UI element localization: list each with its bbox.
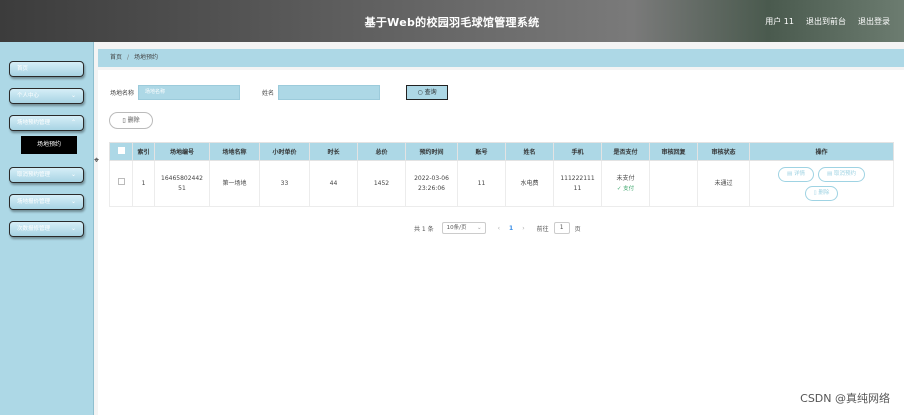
page-size-select[interactable]: 10条/页 ⌄	[441, 222, 486, 234]
col-reply: 审核回复	[649, 142, 698, 161]
chevron-down-icon: ⌄	[70, 92, 76, 99]
header-actions: 用户 11 退出到前台 退出登录	[765, 16, 890, 27]
name-input[interactable]	[278, 84, 381, 100]
breadcrumb-separator: /	[127, 54, 130, 61]
chevron-down-icon: ⌄	[70, 198, 76, 205]
col-duration: 时长	[309, 142, 358, 161]
detail-button-label: 详情	[793, 170, 805, 177]
booking-table: 索引 场地编号 场地名称 小时单价 时长 总价 预约时间 账号 姓名 手机 是否…	[109, 142, 894, 207]
venue-name-label: 场地名称	[110, 89, 135, 97]
document-icon: ▤	[827, 170, 833, 177]
search-button-label: 查询	[424, 88, 437, 96]
cell-reply	[649, 160, 698, 207]
paid-status: 未支付	[616, 174, 635, 182]
name-label: 姓名	[262, 89, 275, 97]
mouse-cursor-icon: ⌖	[94, 156, 100, 166]
sidebar-item-label: 取消预约管理	[17, 172, 51, 178]
breadcrumb-current: 场地预约	[134, 54, 159, 61]
trash-icon: ▯	[813, 189, 817, 196]
sidebar-item-label: 首页	[17, 66, 29, 72]
venue-name-input[interactable]: 场地名称	[138, 84, 241, 100]
sidebar-item-cancel-management[interactable]: 取消预约管理 ⌄	[9, 167, 84, 183]
page-suffix: 页	[574, 225, 581, 233]
cell-hourly-price: 33	[259, 160, 310, 207]
sidebar-item-quote-management[interactable]: 场地报价管理 ⌄	[9, 194, 84, 210]
pay-link[interactable]: ✓ 支付	[602, 184, 649, 194]
col-venue-name: 场地名称	[209, 142, 260, 161]
back-to-frontend-link[interactable]: 退出到前台	[806, 16, 846, 27]
cell-phone: 11122211111	[553, 160, 602, 207]
goto-page-input[interactable]: 1	[553, 222, 570, 234]
col-status: 审核状态	[697, 142, 750, 161]
col-booking-time: 预约时间	[405, 142, 458, 161]
goto-label: 前往	[536, 225, 549, 233]
breadcrumb-home[interactable]: 首页	[110, 54, 122, 61]
sidebar: 首页 个人中心 ⌄ 场地预约管理 ⌃ 场地预约 取消预约管理 ⌄ 场地报价管理 …	[0, 42, 94, 415]
cell-account: 11	[457, 160, 506, 207]
row-checkbox[interactable]	[109, 160, 133, 207]
page-size-value: 10条/页	[446, 225, 467, 231]
sidebar-item-booking-management[interactable]: 场地预约管理 ⌃	[9, 115, 84, 131]
cell-booking-time: 2022-03-06 23:26:06	[405, 160, 458, 207]
cell-venue-code: 1646580244251	[154, 160, 210, 207]
sidebar-item-label: 场地预约管理	[17, 120, 51, 126]
cell-username: 水电费	[505, 160, 554, 207]
pay-link-label: 支付	[623, 185, 635, 192]
sidebar-item-label: 次数报修管理	[17, 226, 51, 232]
cell-actions: ▤ 详情 ▤ 取消预约 ▯ 删除	[749, 160, 894, 207]
cancel-booking-button-label: 取消预约	[833, 170, 856, 177]
chevron-down-icon: ⌄	[70, 225, 76, 232]
cell-paid: 未支付 ✓ 支付	[601, 160, 650, 207]
document-icon: ▤	[787, 170, 793, 177]
col-account: 账号	[457, 142, 506, 161]
delete-button-label: 删除	[127, 117, 140, 124]
table-header-row: 索引 场地编号 场地名称 小时单价 时长 总价 预约时间 账号 姓名 手机 是否…	[109, 142, 894, 161]
cell-status: 未通过	[697, 160, 750, 207]
col-index: 索引	[132, 142, 155, 161]
cell-duration: 44	[309, 160, 358, 207]
chevron-down-icon: ⌄	[477, 225, 482, 231]
sidebar-item-repair-management[interactable]: 次数报修管理 ⌄	[9, 221, 84, 237]
detail-button[interactable]: ▤ 详情	[778, 166, 814, 182]
col-username: 姓名	[505, 142, 554, 161]
search-icon: ○	[417, 88, 423, 96]
pagination: 共 1 条 10条/页 ⌄ ‹ 1 › 前往 1 页	[414, 222, 581, 234]
col-hourly-price: 小时单价	[259, 142, 310, 161]
sidebar-item-personal-center[interactable]: 个人中心 ⌄	[9, 88, 84, 104]
row-delete-button[interactable]: ▯ 删除	[804, 185, 839, 201]
trash-icon: ▯	[122, 117, 126, 124]
sidebar-item-home[interactable]: 首页	[9, 61, 84, 77]
next-page-button[interactable]: ›	[522, 225, 524, 232]
col-total: 总价	[357, 142, 406, 161]
col-paid: 是否支付	[601, 142, 650, 161]
select-all-checkbox[interactable]	[109, 142, 133, 161]
table-row: 1 1646580244251 第一场地 33 44 1452 2022-03-…	[109, 160, 894, 207]
chevron-up-icon: ⌃	[70, 119, 76, 126]
check-icon: ✓	[616, 185, 622, 192]
cell-total: 1452	[357, 160, 406, 207]
user-label: 用户 11	[765, 17, 794, 26]
search-button[interactable]: ○ 查询	[406, 84, 449, 100]
delete-button[interactable]: ▯ 删除	[109, 112, 153, 129]
page-number-1[interactable]: 1	[509, 225, 513, 232]
cell-index: 1	[132, 160, 155, 207]
sidebar-subitem-booking[interactable]: 场地预约	[21, 136, 77, 154]
watermark: CSDN @真纯网络	[800, 392, 890, 405]
breadcrumb: 首页 / 场地预约	[98, 49, 904, 67]
sidebar-item-label: 个人中心	[17, 93, 40, 99]
col-actions: 操作	[749, 142, 894, 161]
chevron-down-icon: ⌄	[70, 171, 76, 178]
search-bar: 场地名称 场地名称 姓名 ○ 查询	[110, 84, 449, 100]
cancel-booking-button[interactable]: ▤ 取消预约	[818, 166, 865, 182]
header-bar: 基于Web的校园羽毛球馆管理系统 用户 11 退出到前台 退出登录	[0, 0, 904, 42]
col-venue-code: 场地编号	[154, 142, 210, 161]
pager-total: 共 1 条	[414, 225, 434, 233]
cell-venue-name: 第一场地	[209, 160, 260, 207]
col-phone: 手机	[553, 142, 602, 161]
sidebar-item-label: 场地报价管理	[17, 199, 51, 205]
prev-page-button[interactable]: ‹	[498, 225, 500, 232]
row-delete-button-label: 删除	[818, 189, 830, 196]
main-panel: 场地名称 场地名称 姓名 ○ 查询 ▯ 删除 索引 场地编号 场地名称 小时单价…	[98, 70, 904, 415]
logout-link[interactable]: 退出登录	[858, 16, 890, 27]
